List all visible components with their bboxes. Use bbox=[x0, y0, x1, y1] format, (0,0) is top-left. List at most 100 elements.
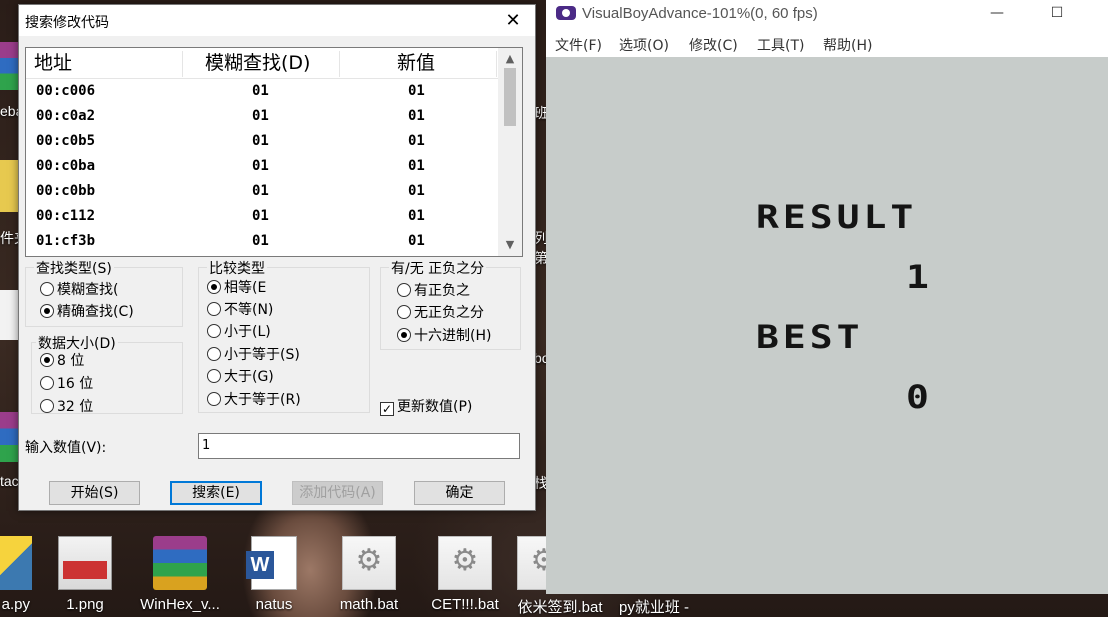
data-size-label: 数据大小(D) bbox=[36, 333, 118, 353]
table-row[interactable]: 00:c0bb 01 01 bbox=[26, 179, 498, 204]
radio-label: 十六进制(H) bbox=[414, 328, 492, 344]
radio-fuzzy-search[interactable]: 模糊查找( bbox=[40, 280, 180, 300]
column-header-new-value[interactable]: 新值 bbox=[397, 48, 435, 79]
game-screen[interactable]: RESULT 1 BEST 0 bbox=[546, 57, 1108, 594]
list-rows: 00:c006 01 01 00:c0a2 01 01 00:c0b5 01 0… bbox=[26, 79, 498, 254]
scrollbar-thumb[interactable] bbox=[504, 68, 516, 126]
radio-32-bit[interactable]: 32 位 bbox=[40, 397, 160, 417]
desktop-icon-label: natus bbox=[255, 596, 293, 613]
batch-file-icon bbox=[438, 536, 492, 590]
table-row[interactable]: 00:c006 01 01 bbox=[26, 79, 498, 104]
radio-16-bit[interactable]: 16 位 bbox=[40, 374, 160, 394]
menu-file[interactable]: 文件(F) bbox=[555, 35, 602, 55]
radio-equal[interactable]: 相等(E bbox=[207, 278, 367, 298]
scroll-up-icon[interactable]: ▲ bbox=[498, 50, 522, 68]
desktop-icon-1-png[interactable]: 1.png bbox=[37, 528, 133, 617]
menu-tools[interactable]: 工具(T) bbox=[757, 35, 804, 55]
close-icon[interactable]: ✕ bbox=[491, 5, 535, 36]
radio-label: 8 位 bbox=[57, 353, 85, 369]
signed-type-label: 有/无 正负之分 bbox=[389, 258, 487, 278]
start-button[interactable]: 开始(S) bbox=[49, 481, 140, 505]
radio-button-icon bbox=[207, 392, 221, 406]
cell-address: 00:c112 bbox=[36, 208, 96, 224]
radio-signed[interactable]: 有正负之 bbox=[397, 281, 501, 301]
table-row[interactable]: 00:c0a2 01 01 bbox=[26, 104, 498, 129]
radio-button-icon bbox=[397, 283, 411, 297]
cell-new-value: 01 bbox=[408, 233, 425, 249]
value-input[interactable]: 1 bbox=[198, 433, 520, 459]
column-header-address[interactable]: 地址 bbox=[34, 48, 72, 79]
desktop-edge-icon-2[interactable] bbox=[0, 160, 18, 212]
radio-button-icon bbox=[40, 282, 54, 296]
radio-less-than[interactable]: 小于(L) bbox=[207, 322, 367, 342]
cell-address: 00:c006 bbox=[36, 83, 96, 99]
desktop-edge-icon-4[interactable] bbox=[0, 412, 18, 462]
radio-button-selected-icon bbox=[397, 328, 411, 342]
maximize-button[interactable]: ☐ bbox=[1034, 0, 1080, 29]
radio-unsigned[interactable]: 无正负之分 bbox=[397, 303, 501, 323]
radio-greater-than[interactable]: 大于(G) bbox=[207, 367, 367, 387]
column-header-old-value[interactable]: 模糊查找(D) bbox=[205, 48, 310, 79]
menu-help[interactable]: 帮助(H) bbox=[823, 35, 872, 55]
radio-button-selected-icon bbox=[40, 304, 54, 318]
vba-window-title: VisualBoyAdvance-101%(0, 60 fps) bbox=[582, 5, 818, 22]
radio-hexadecimal[interactable]: 十六进制(H) bbox=[397, 326, 517, 346]
cell-old-value: 01 bbox=[252, 158, 269, 174]
menu-cheats[interactable]: 修改(C) bbox=[689, 35, 738, 55]
table-row[interactable]: 00:c0ba 01 01 bbox=[26, 154, 498, 179]
radio-button-icon bbox=[397, 305, 411, 319]
radio-label: 不等(N) bbox=[224, 302, 274, 318]
minimize-button[interactable]: — bbox=[974, 0, 1020, 29]
cell-new-value: 01 bbox=[408, 208, 425, 224]
best-label: BEST bbox=[756, 318, 864, 356]
winrar-archive-icon bbox=[153, 536, 207, 590]
radio-button-icon bbox=[207, 324, 221, 338]
radio-button-icon bbox=[207, 369, 221, 383]
radio-greater-or-equal[interactable]: 大于等于(R) bbox=[207, 390, 367, 410]
radio-not-equal[interactable]: 不等(N) bbox=[207, 300, 367, 320]
list-scrollbar[interactable]: ▲ ▼ bbox=[498, 48, 522, 256]
search-button[interactable]: 搜索(E) bbox=[170, 481, 262, 505]
menu-options[interactable]: 选项(O) bbox=[619, 35, 669, 55]
update-values-checkbox[interactable]: ✓ 更新数值(P) bbox=[380, 397, 520, 417]
dialog-title-bar[interactable]: 搜索修改代码 ✕ bbox=[19, 5, 535, 36]
desktop-icon-label: CET!!!.bat bbox=[431, 596, 499, 613]
radio-8-bit[interactable]: 8 位 bbox=[40, 351, 160, 371]
column-separator bbox=[182, 51, 183, 77]
desktop-edge-icon-3[interactable] bbox=[0, 290, 18, 340]
checkbox-label: 更新数值(P) bbox=[397, 399, 473, 415]
add-code-button[interactable]: 添加代码(A) bbox=[292, 481, 383, 505]
compare-type-group: 比较类型 相等(E 不等(N) 小于(L) 小于等于(S) 大于(G) 大于等于… bbox=[198, 258, 370, 413]
radio-label: 32 位 bbox=[57, 399, 94, 415]
cell-old-value: 01 bbox=[252, 208, 269, 224]
cell-new-value: 01 bbox=[408, 183, 425, 199]
vba-window: VisualBoyAdvance-101%(0, 60 fps) — ☐ 文件(… bbox=[546, 0, 1108, 594]
table-row[interactable]: 00:c112 01 01 bbox=[26, 204, 498, 229]
gameboy-advance-icon bbox=[556, 6, 576, 20]
cell-old-value: 01 bbox=[252, 83, 269, 99]
radio-button-selected-icon bbox=[40, 353, 54, 367]
data-size-group: 数据大小(D) 8 位 16 位 32 位 bbox=[31, 333, 183, 417]
radio-exact-search[interactable]: 精确查找(C) bbox=[40, 302, 180, 322]
radio-label: 精确查找(C) bbox=[57, 304, 134, 320]
table-row[interactable]: 00:c0b5 01 01 bbox=[26, 129, 498, 154]
desktop-edge-icon-1[interactable] bbox=[0, 42, 18, 90]
table-row[interactable]: 01:cf3b 01 01 bbox=[26, 229, 498, 254]
desktop-edge-label-3: tac bbox=[0, 473, 18, 489]
cell-old-value: 01 bbox=[252, 233, 269, 249]
batch-file-icon bbox=[342, 536, 396, 590]
column-separator bbox=[496, 51, 497, 77]
desktop-icon-natus[interactable]: natus bbox=[226, 528, 322, 617]
signed-type-group: 有/无 正负之分 有正负之 无正负之分 十六进制(H) bbox=[380, 258, 521, 350]
desktop-icon-math-bat[interactable]: math.bat bbox=[321, 528, 417, 617]
desktop-icon-cet-bat[interactable]: CET!!!.bat bbox=[417, 528, 513, 617]
desktop-icon-winhex[interactable]: WinHex_v... bbox=[132, 528, 228, 617]
search-results-list[interactable]: 地址 模糊查找(D) 新值 00:c006 01 01 00:c0a2 01 0… bbox=[25, 47, 523, 257]
scroll-down-icon[interactable]: ▼ bbox=[498, 236, 522, 254]
cell-new-value: 01 bbox=[408, 133, 425, 149]
vba-title-bar[interactable]: VisualBoyAdvance-101%(0, 60 fps) — ☐ bbox=[546, 0, 1108, 29]
radio-less-or-equal[interactable]: 小于等于(S) bbox=[207, 345, 367, 365]
desktop-edge-label-1: eba bbox=[0, 103, 18, 119]
radio-label: 16 位 bbox=[57, 376, 94, 392]
ok-button[interactable]: 确定 bbox=[414, 481, 505, 505]
